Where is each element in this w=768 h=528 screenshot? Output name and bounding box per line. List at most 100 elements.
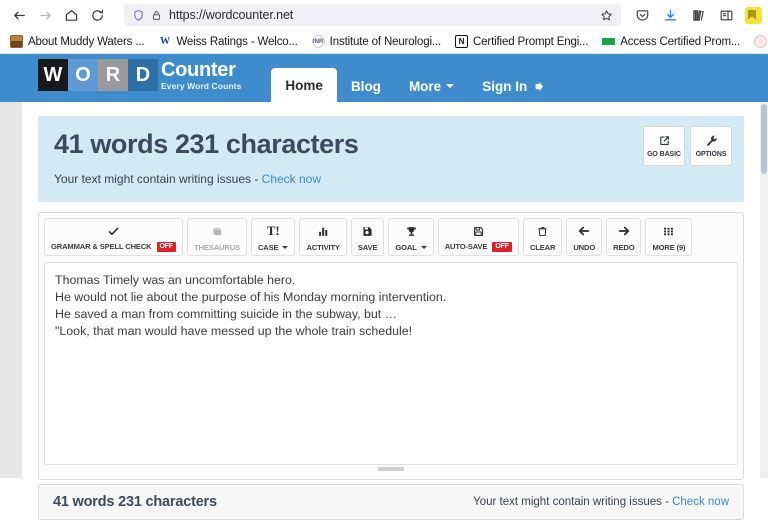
browser-chrome: https://wordcounter.net About Muddy Wate…	[0, 0, 768, 54]
text-editor-textarea[interactable]: Thomas Timely was an uncomfortable hero.…	[44, 261, 738, 465]
bookmark-label: About Muddy Waters ...	[28, 35, 145, 48]
toolbar-activity[interactable]: ACTIVITY	[299, 217, 347, 256]
toolbar-case[interactable]: T! CASE	[250, 217, 296, 256]
nav-label: Home	[285, 77, 323, 93]
toolbar-goal[interactable]: GOAL	[388, 217, 434, 256]
sign-in-arrow-icon	[532, 80, 545, 93]
chevron-down-icon	[446, 84, 455, 88]
toolbar-label: GOAL	[395, 242, 427, 252]
toolbar-label: MORE (9)	[652, 243, 685, 252]
home-button[interactable]	[58, 2, 84, 28]
toolbar-label-text: GRAMMAR & SPELL CHECK	[51, 242, 152, 252]
back-button[interactable]	[6, 2, 32, 28]
toolbar-label-text: SAVE	[357, 242, 378, 252]
logo-letter-r: R	[98, 59, 128, 91]
go-basic-button[interactable]: GO BASIC	[643, 126, 685, 166]
browser-toolbar-icons	[629, 2, 762, 28]
status-word-character-count: 41 words 231 characters	[53, 493, 217, 510]
editor-line: "Look, that man would have messed up the…	[55, 323, 413, 338]
bookmark-favicon-weiss-icon: W	[158, 35, 172, 48]
toolbar-label: GRAMMAR & SPELL CHECK OFF	[51, 241, 177, 252]
bookmark-item[interactable]: About Muddy Waters ...	[4, 33, 150, 50]
toolbar-label-text: ACTIVITY	[306, 242, 340, 252]
text-case-icon: T!	[266, 223, 280, 239]
toolbar-label: AUTO-SAVE OFF	[445, 241, 512, 252]
toolbar-clear[interactable]: CLEAR	[522, 217, 563, 256]
status-writing-issues-notice: Your text might contain writing issues -…	[473, 496, 729, 508]
go-basic-label: GO BASIC	[647, 151, 681, 158]
bookmark-item[interactable]: Access Certified Prom...	[596, 33, 746, 50]
page-scrollbar[interactable]	[760, 102, 768, 478]
toolbar-label: ACTIVITY	[306, 242, 340, 252]
forward-button[interactable]	[32, 2, 58, 28]
stats-banner: 41 words 231 characters Your text might …	[38, 116, 744, 202]
site-header: W O R D Counter Every Word Counts Home B…	[0, 54, 768, 102]
grammar-off-badge: OFF	[156, 241, 177, 252]
library-icon[interactable]	[685, 2, 711, 28]
page-body: 41 words 231 characters Your text might …	[0, 102, 768, 520]
bookmark-item[interactable]: INR Institute of Neurologi...	[306, 33, 447, 50]
bookmark-item[interactable]: W Weiss Ratings - Welco...	[152, 33, 303, 50]
bookmark-star-icon[interactable]	[594, 9, 613, 22]
book-icon	[211, 223, 224, 240]
toolbar-thesaurus[interactable]: THESAURUS	[187, 217, 247, 256]
page-content: 41 words 231 characters Your text might …	[22, 102, 760, 520]
site-navigation: Home Blog More Sign In	[271, 54, 559, 102]
toolbar-grammar-spell-check[interactable]: GRAMMAR & SPELL CHECK OFF	[44, 217, 184, 256]
toolbar-auto-save[interactable]: AUTO-SAVE OFF	[437, 217, 519, 256]
sidebar-icon[interactable]	[713, 2, 739, 28]
options-button[interactable]: OPTIONS	[690, 126, 732, 166]
chevron-down-icon	[420, 245, 427, 249]
nav-item-signin[interactable]: Sign In	[468, 70, 559, 102]
nav-item-home[interactable]: Home	[271, 68, 337, 102]
writing-issues-text: Your text might contain writing issues -	[54, 171, 262, 186]
editor-toolbar: GRAMMAR & SPELL CHECK OFF THESAURUS T! C…	[44, 217, 738, 256]
toolbar-label-text: GOAL	[395, 242, 417, 252]
nav-label: Sign In	[482, 78, 528, 94]
page-scrollbar-thumb[interactable]	[761, 104, 767, 174]
pocket-icon[interactable]	[629, 2, 655, 28]
nav-item-blog[interactable]: Blog	[337, 70, 395, 102]
toolbar-label-text: REDO	[613, 242, 635, 252]
chevron-down-icon	[282, 245, 289, 249]
bookmark-favicon-institute-icon: INR	[311, 35, 325, 48]
toolbar-undo[interactable]: UNDO	[566, 217, 603, 256]
editor-line: Thomas Timely was an uncomfortable hero.	[55, 272, 296, 287]
toolbar-label-text: UNDO	[573, 242, 596, 252]
floppy-icon	[472, 223, 485, 240]
status-issues-text: Your text might contain writing issues -	[473, 495, 673, 508]
toolbar-label: THESAURUS	[194, 243, 240, 252]
arrow-right-icon	[617, 223, 631, 240]
address-bar[interactable]: https://wordcounter.net	[124, 4, 621, 26]
toolbar-label: UNDO	[573, 243, 595, 252]
downloads-icon[interactable]	[657, 2, 683, 28]
toolbar-more[interactable]: MORE (9)	[645, 217, 693, 256]
nav-item-more[interactable]: More	[395, 70, 468, 102]
editor-card: GRAMMAR & SPELL CHECK OFF THESAURUS T! C…	[38, 211, 744, 480]
bookmark-label: Certified Prompt Engi...	[472, 35, 589, 48]
bookmark-item[interactable]: N Certified Prompt Engi...	[449, 33, 594, 50]
wrench-icon	[705, 134, 718, 147]
status-bar: 41 words 231 characters Your text might …	[38, 483, 744, 520]
bookmark-favicon-amazon-icon	[754, 35, 768, 48]
lock-icon	[151, 10, 162, 21]
extension-icon[interactable]	[745, 6, 762, 24]
toolbar-label: CASE	[258, 243, 289, 252]
toolbar-save[interactable]: SAVE	[350, 217, 385, 256]
check-now-link[interactable]: Check now	[262, 172, 321, 186]
wordcounter-logo[interactable]: W O R D Counter Every Word Counts	[38, 54, 241, 102]
status-check-now-link[interactable]: Check now	[672, 496, 729, 508]
bookmark-item[interactable]: Amazon Ads for A	[748, 33, 768, 50]
toolbar-redo[interactable]: REDO	[606, 217, 642, 256]
reload-button[interactable]	[84, 2, 110, 28]
bookmark-label: Access Certified Prom...	[620, 35, 741, 48]
textarea-resize-strip[interactable]	[44, 464, 738, 474]
word-character-count-heading: 41 words 231 characters	[54, 129, 359, 159]
logo-letter-w: W	[38, 59, 68, 91]
bookmark-favicon-notion-icon: N	[454, 35, 468, 48]
resize-handle[interactable]	[378, 467, 404, 472]
bookmark-favicon-muddy-icon	[10, 35, 23, 48]
arrow-left-icon	[577, 223, 591, 240]
toolbar-label-text: THESAURUS	[194, 242, 240, 252]
toolbar-label: REDO	[613, 243, 634, 252]
